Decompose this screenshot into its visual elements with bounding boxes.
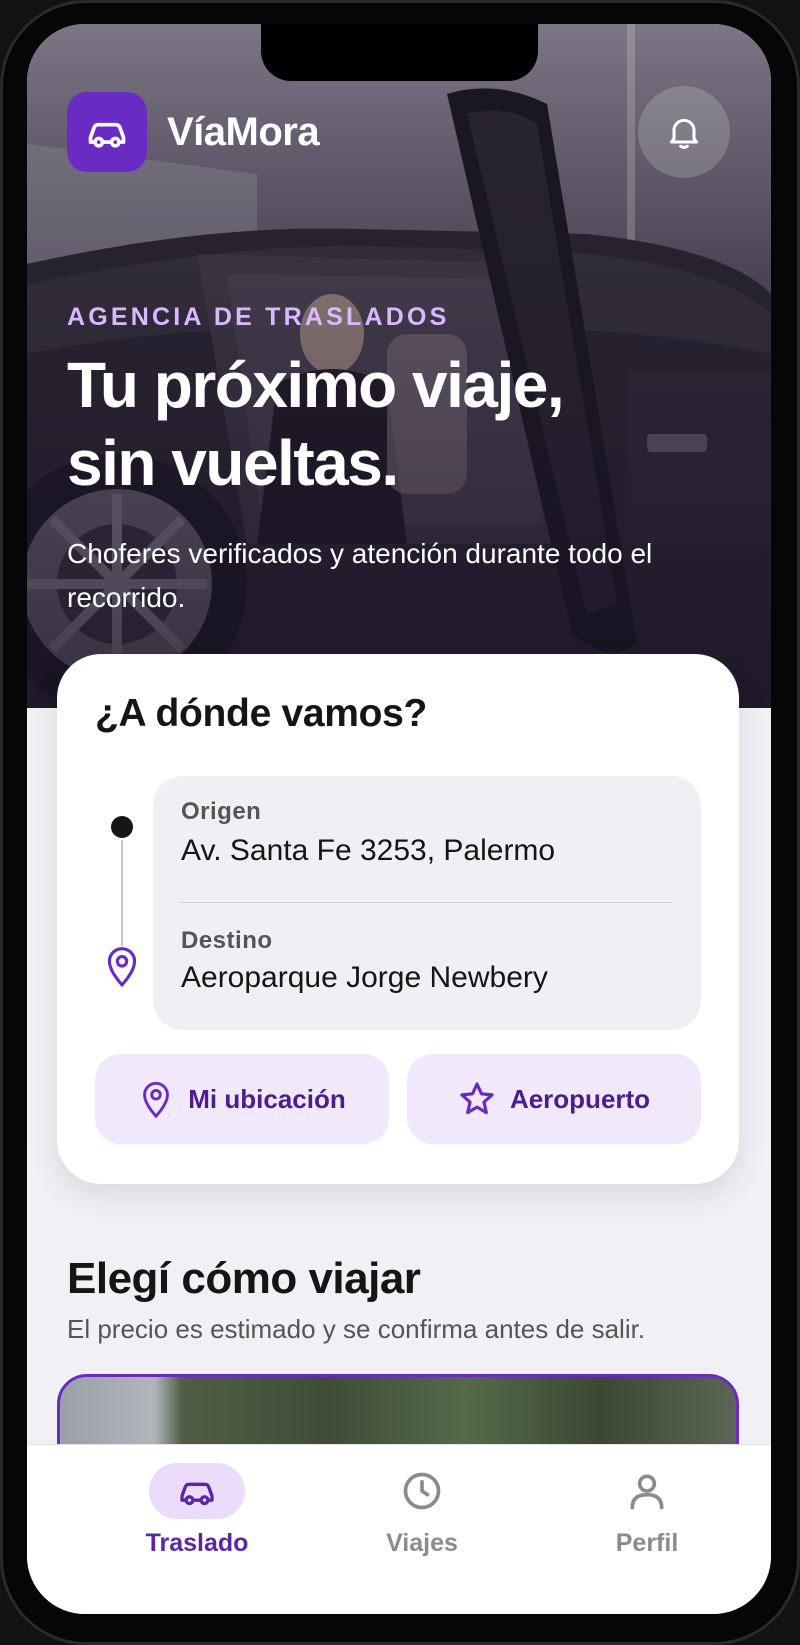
brand-name: VíaMora (167, 110, 320, 154)
clock-icon (403, 1472, 441, 1510)
headline-line-2: sin vueltas. (67, 427, 399, 499)
app-logo (67, 92, 147, 172)
location-pin-icon (143, 1081, 170, 1119)
nav-item-viajes[interactable]: Viajes (332, 1463, 512, 1583)
destination-field[interactable]: Destino Aeroparque Jorge Newbery (153, 903, 701, 1030)
booking-card: ¿A dónde vamos? Origen Av. Santa Fe 3253… (57, 654, 739, 1184)
nav-label-perfil: Perfil (615, 1529, 679, 1557)
phone-frame: VíaMora AGENCIA DE TRASLADOS Tu próximo … (0, 0, 800, 1645)
my-location-button[interactable]: Mi ubicación (95, 1054, 389, 1144)
nav-pill-active (149, 1463, 245, 1519)
device-notch (261, 24, 538, 81)
route-fields: Origen Av. Santa Fe 3253, Palermo Destin… (153, 776, 701, 1030)
hero-subtitle: Choferes verificados y atención durante … (67, 538, 653, 613)
car-icon (88, 122, 126, 148)
bell-icon (670, 118, 698, 149)
notifications-button[interactable] (638, 86, 730, 178)
airport-label: Aeropuerto (509, 1083, 651, 1114)
origin-label: Origen (181, 798, 262, 825)
headline-line-1: Tu próximo viaje, (67, 349, 565, 421)
travel-options-subtitle: El precio es estimado y se confirma ante… (67, 1314, 646, 1344)
bottom-nav: Traslado Viajes Perfil (27, 1444, 771, 1614)
nav-item-traslado[interactable]: Traslado (107, 1463, 287, 1583)
booking-title: ¿A dónde vamos? (95, 692, 428, 735)
destination-value: Aeroparque Jorge Newbery (181, 961, 548, 994)
destination-pin-icon (107, 947, 137, 988)
origin-field[interactable]: Origen Av. Santa Fe 3253, Palermo (153, 776, 701, 902)
app-screen: VíaMora AGENCIA DE TRASLADOS Tu próximo … (27, 24, 771, 1614)
nav-label-traslado: Traslado (145, 1529, 249, 1557)
origin-dot-icon (111, 816, 133, 838)
car-icon (180, 1482, 214, 1506)
person-icon (630, 1474, 664, 1510)
my-location-label: Mi ubicación (188, 1083, 346, 1114)
destination-label: Destino (181, 927, 273, 954)
hero-eyebrow: AGENCIA DE TRASLADOS (67, 303, 450, 331)
airport-button[interactable]: Aeropuerto (407, 1054, 701, 1144)
hero-section: VíaMora AGENCIA DE TRASLADOS Tu próximo … (27, 24, 771, 708)
nav-item-perfil[interactable]: Perfil (557, 1463, 737, 1583)
nav-label-viajes: Viajes (386, 1529, 458, 1557)
route-line (121, 840, 123, 946)
hero-headline: Tu próximo viaje, sin vueltas. (67, 346, 727, 502)
origin-value: Av. Santa Fe 3253, Palermo (181, 834, 556, 867)
star-icon (460, 1082, 494, 1115)
travel-options-title: Elegí cómo viajar (67, 1254, 421, 1303)
